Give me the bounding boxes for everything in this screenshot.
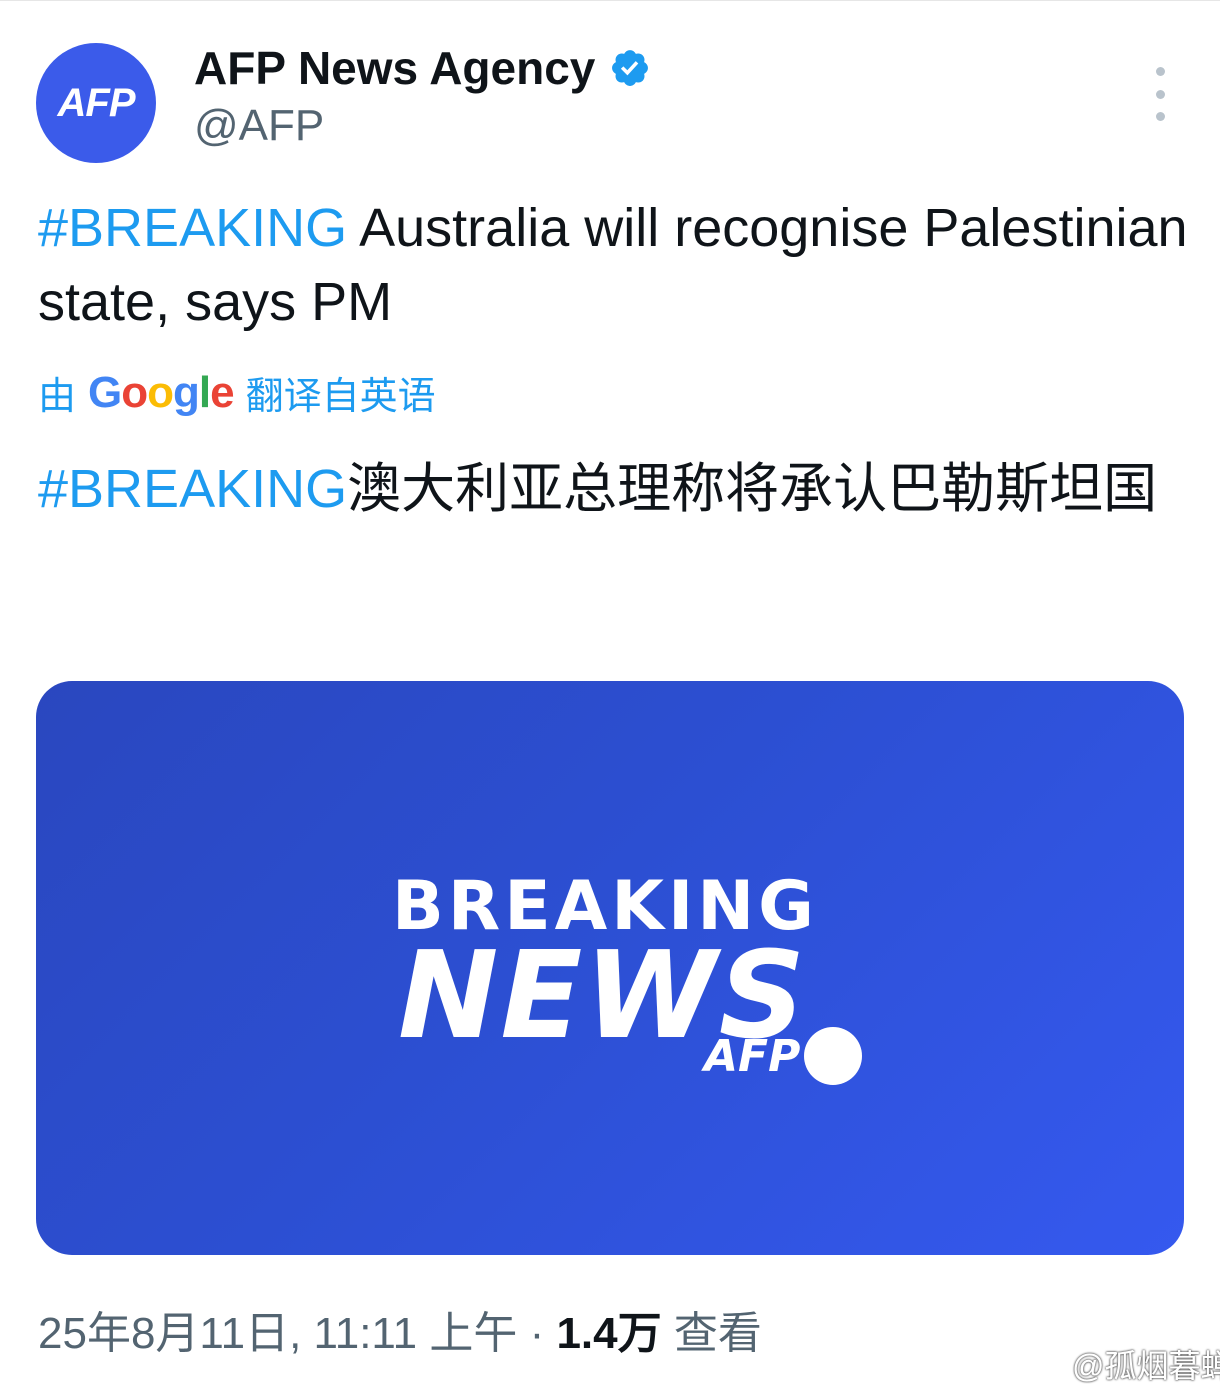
verified-badge-icon [612,50,649,86]
more-dot [1155,112,1165,121]
translated-body: 澳大利亚总理称将承认巴勒斯坦国 [347,459,1158,519]
google-logo: Google [88,367,235,417]
media-image[interactable]: BREAKING NEWS AFP [36,681,1184,1255]
tweet-card: AFP AFP News Agency @AFP #BREAKING Austr… [0,0,1220,1392]
watermark: @孤烟暮蝉 [1030,1341,1220,1387]
tweet-text: #BREAKING Australia will recognise Pales… [38,191,1188,339]
translated-text: #BREAKING澳大利亚总理称将承认巴勒斯坦国 [38,449,1188,529]
translation-attribution[interactable]: 由 Google 翻译自英语 [38,365,436,420]
tweet-meta: 25年8月11日, 11:11 上午 · 1.4万 查看 [38,1297,762,1361]
hashtag-link[interactable]: #BREAKING [38,198,347,258]
translated-hashtag-link[interactable]: #BREAKING [38,459,347,519]
avatar-logo-text: AFP [57,80,136,125]
translation-suffix: 翻译自英语 [245,376,436,418]
more-dot [1155,89,1165,99]
watermark-text: @孤烟暮蝉 [1072,1348,1220,1384]
views-count: 1.4万 [556,1309,662,1358]
more-options-icon[interactable] [1140,67,1180,121]
weibo-icon [1030,1351,1064,1378]
breaking-news-graphic: BREAKING NEWS AFP [392,867,872,1107]
media-afp-logo: AFP [704,1027,863,1085]
media-logo-dot [804,1027,863,1085]
avatar[interactable]: AFP [36,43,156,163]
meta-separator: · [517,1309,557,1358]
author-name-row: AFP News Agency [194,41,651,95]
author-handle[interactable]: @AFP [194,101,324,151]
timestamp[interactable]: 25年8月11日, 11:11 上午 [38,1309,517,1358]
media-logo-text: AFP [704,1030,801,1082]
translation-prefix: 由 [38,376,77,418]
views-label: 查看 [661,1309,762,1358]
more-dot [1155,67,1165,76]
display-name[interactable]: AFP News Agency [194,41,595,95]
